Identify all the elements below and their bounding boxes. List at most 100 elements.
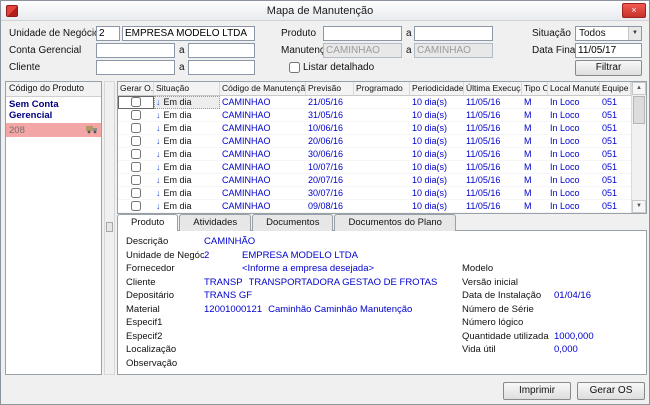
cliente-to-input[interactable] [188,60,255,75]
column-header[interactable]: Equipe [600,82,631,95]
situacao-select[interactable]: Todos ▼ [575,26,642,41]
produto-from-input[interactable] [323,26,402,41]
table-row[interactable]: ↓Em diaCAMINHAO20/07/1610 dia(s)11/05/16… [118,174,631,187]
cliente-from-input[interactable] [96,60,175,75]
gerar-os-cell[interactable] [118,174,154,187]
gerar-os-checkbox[interactable] [131,110,141,120]
chevron-down-icon[interactable]: ▼ [628,27,641,40]
table-row[interactable]: ↓Em diaCAMINHAO09/08/1610 dia(s)11/05/16… [118,200,631,213]
column-header[interactable]: Previsão [306,82,354,95]
table-row[interactable]: ↓Em diaCAMINHAO30/07/1610 dia(s)11/05/16… [118,187,631,200]
local-manutencao-cell: In Loco [548,187,600,200]
column-header[interactable]: Tipo OS [522,82,548,95]
situacao-cell[interactable]: ↓Em dia [154,187,220,200]
depositario-label: Depositário [126,290,204,301]
data-final-input[interactable] [575,43,642,58]
situacao-cell[interactable]: ↓Em dia [154,200,220,213]
tipo-os-cell: M [522,187,548,200]
situacao-cell[interactable]: ↓Em dia [154,161,220,174]
left-panel-scrollbar-thumb[interactable] [106,222,113,232]
especif2-label: Especif2 [126,331,204,342]
gerar-os-cell[interactable] [118,200,154,213]
fornecedor-value[interactable]: <Informe a empresa desejada> [242,263,462,274]
gerar-os-cell[interactable] [118,96,154,109]
codigo-manutencao-cell: CAMINHAO [220,148,306,161]
gerar-os-checkbox[interactable] [131,162,141,172]
filtrar-button[interactable]: Filtrar [575,60,642,76]
gerar-os-cell[interactable] [118,161,154,174]
observacao-label: Observação [126,358,204,369]
programado-cell [354,135,410,148]
situacao-cell[interactable]: ↓Em dia [154,174,220,187]
gerar-os-checkbox[interactable] [131,188,141,198]
close-button[interactable]: × [622,3,646,18]
situacao-cell[interactable]: ↓Em dia [154,135,220,148]
previsao-cell: 10/07/16 [306,161,354,174]
listar-detalhado-checkbox[interactable] [289,62,300,73]
listar-detalhado-label: Listar detalhado [303,60,374,75]
column-header[interactable]: Programado [354,82,410,95]
periodicidade-cell: 10 dia(s) [410,200,464,213]
table-row[interactable]: ↓Em diaCAMINHAO31/05/1610 dia(s)11/05/16… [118,109,631,122]
situacao-text: Em dia [164,97,192,107]
equipe-cell: 051 [600,161,631,174]
tab-produto[interactable]: Produto [117,214,178,231]
produto-group-label[interactable]: Sem Conta Gerencial [6,97,101,123]
window-title: Mapa de Manutenção [18,5,622,17]
table-row[interactable]: ↓Em diaCAMINHAO30/06/1610 dia(s)11/05/16… [118,148,631,161]
column-header[interactable]: Situação [154,82,220,95]
depositario-code: TRANS GF [204,290,258,301]
situacao-cell[interactable]: ↓Em dia [154,109,220,122]
gerar-os-checkbox[interactable] [131,123,141,133]
left-panel-scrollbar[interactable] [104,81,115,375]
column-header[interactable]: Local Manutenção [548,82,600,95]
manutencao-from-input [323,43,402,58]
data-final-label: Data Final [532,43,578,58]
equipe-cell: 051 [600,187,631,200]
range-sep-label: a [179,43,185,58]
table-row[interactable]: ↓Em diaCAMINHAO20/06/1610 dia(s)11/05/16… [118,135,631,148]
gerar-os-checkbox[interactable] [131,201,141,211]
conta-gerencial-to-input[interactable] [188,43,255,58]
gerar-os-checkbox[interactable] [131,136,141,146]
tab-atividades[interactable]: Atividades [179,214,251,231]
column-header[interactable]: Código de Manutenção [220,82,306,95]
situacao-cell[interactable]: ↓Em dia [154,148,220,161]
tab-documentos[interactable]: Documentos [252,214,333,231]
status-down-arrow-icon: ↓ [156,97,161,107]
grid-vertical-scrollbar[interactable]: ▲ ▼ [631,82,646,213]
scroll-up-icon[interactable]: ▲ [632,82,646,95]
scroll-down-icon[interactable]: ▼ [632,200,646,213]
gerar-os-cell[interactable] [118,122,154,135]
tab-documentos-do-plano[interactable]: Documentos do Plano [334,214,455,231]
produto-to-input[interactable] [414,26,493,41]
produto-list-item-selected[interactable]: 208 [6,123,101,137]
status-down-arrow-icon: ↓ [156,110,161,120]
unidade-negocio-code-input[interactable] [96,26,120,41]
table-row[interactable]: ↓Em diaCAMINHAO10/06/1610 dia(s)11/05/16… [118,122,631,135]
situacao-cell[interactable]: ↓Em dia [154,96,220,109]
equipe-cell: 051 [600,148,631,161]
gerar-os-checkbox[interactable] [131,97,141,107]
gerar-os-checkbox[interactable] [131,175,141,185]
column-header[interactable]: Gerar O.S. [118,82,154,95]
column-header[interactable]: Última Execução [464,82,522,95]
material-code: 12001000121 [204,304,268,315]
gerar-os-cell[interactable] [118,109,154,122]
gerar-os-cell[interactable] [118,135,154,148]
situacao-cell[interactable]: ↓Em dia [154,122,220,135]
gerar-os-cell[interactable] [118,187,154,200]
gerar-os-button[interactable]: Gerar OS [577,382,645,400]
numero-serie-label: Número de Série [462,304,554,315]
table-row[interactable]: ↓Em diaCAMINHAO10/07/1610 dia(s)11/05/16… [118,161,631,174]
conta-gerencial-from-input[interactable] [96,43,175,58]
grid-scrollbar-thumb[interactable] [633,96,645,124]
table-row[interactable]: ↓Em diaCAMINHAO21/05/1610 dia(s)11/05/16… [118,96,631,109]
gerar-os-cell[interactable] [118,148,154,161]
unidade-negocio-name-input[interactable] [122,26,255,41]
periodicidade-cell: 10 dia(s) [410,135,464,148]
codigo-manutencao-cell: CAMINHAO [220,109,306,122]
gerar-os-checkbox[interactable] [131,149,141,159]
imprimir-button[interactable]: Imprimir [503,382,571,400]
column-header[interactable]: Periodicidade [410,82,464,95]
